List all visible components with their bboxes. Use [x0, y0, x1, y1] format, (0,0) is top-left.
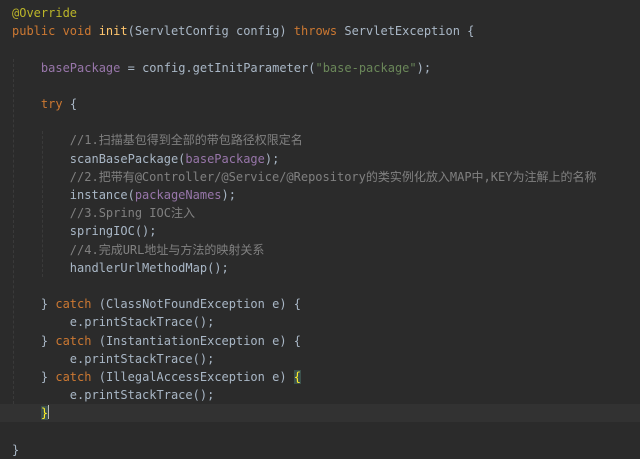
code-line[interactable]: springIOC();: [0, 222, 640, 240]
code-token-comment: //4.完成URL地址与方法的映射关系: [69, 242, 265, 257]
code-line[interactable]: try {: [0, 95, 640, 113]
code-line[interactable]: basePackage = config.getInitParameter("b…: [0, 59, 640, 77]
code-token-plain: scanBasePackage(: [12, 151, 186, 166]
code-token-keyword: try: [40, 97, 70, 111]
code-token-plain: );: [416, 60, 432, 75]
code-token-plain: (ServletConfig config): [127, 24, 294, 39]
code-token-plain: springIOC();: [12, 224, 157, 239]
code-line[interactable]: }: [0, 441, 640, 459]
code-token-annotation: @Override: [12, 6, 78, 20]
code-line[interactable]: handlerUrlMethodMap();: [0, 259, 640, 277]
code-line[interactable]: [0, 423, 640, 441]
code-editor[interactable]: @Override public void init(ServletConfig …: [0, 0, 640, 457]
code-line[interactable]: }: [0, 404, 640, 423]
code-line[interactable]: //3.Spring IOC注入: [0, 204, 640, 222]
code-token-plain: }: [12, 370, 56, 384]
code-token-brace-match: {: [293, 370, 302, 384]
code-token-keyword: catch: [55, 333, 99, 348]
code-line[interactable]: e.printStackTrace();: [0, 313, 640, 331]
code-token-plain: handlerUrlMethodMap();: [12, 260, 229, 275]
code-line[interactable]: @Override: [0, 4, 640, 22]
code-line[interactable]: e.printStackTrace();: [0, 386, 640, 404]
code-token-method-decl: init: [98, 24, 128, 39]
code-token-field: packageNames: [134, 188, 222, 202]
code-token-plain: }: [12, 297, 56, 312]
code-line[interactable]: } catch (InstantiationException e) {: [0, 332, 640, 350]
text-caret: [48, 405, 50, 420]
code-token-plain: e.printStackTrace();: [12, 351, 215, 366]
code-token-plain: }: [12, 333, 56, 348]
code-line[interactable]: //2.把带有@Controller/@Service/@Repository的…: [0, 168, 640, 186]
code-token-plain: );: [264, 151, 280, 166]
code-line[interactable]: [0, 40, 640, 58]
code-line[interactable]: } catch (ClassNotFoundException e) {: [0, 295, 640, 313]
code-token-plain: }: [12, 442, 20, 457]
code-token-plain: ServletException {: [344, 24, 475, 39]
code-token-keyword: public void: [12, 24, 99, 39]
code-token-plain: (ClassNotFoundException e) {: [98, 297, 302, 312]
code-token-string: "base-package": [315, 60, 417, 75]
code-line[interactable]: [0, 277, 640, 295]
code-token-comment: //1.扫描基包得到全部的带包路径权限定名: [69, 133, 303, 148]
code-line[interactable]: [0, 113, 640, 131]
code-line[interactable]: e.printStackTrace();: [0, 350, 640, 368]
code-token-field: basePackage: [185, 151, 265, 166]
code-token-brace-match: }: [40, 406, 49, 421]
code-token-plain: );: [221, 188, 236, 202]
code-line[interactable]: scanBasePackage(basePackage);: [0, 150, 640, 168]
code-token-comment: //2.把带有@Controller/@Service/@Repository的…: [69, 169, 597, 184]
code-token-keyword: catch: [55, 297, 99, 312]
code-token-keyword: throws: [293, 24, 345, 39]
code-line[interactable]: public void init(ServletConfig config) t…: [0, 22, 640, 40]
code-token-plain: {: [69, 97, 78, 111]
code-token-plain: = config.getInitParameter(: [120, 60, 316, 75]
code-line[interactable]: //1.扫描基包得到全部的带包路径权限定名: [0, 131, 640, 149]
code-token-comment: //3.Spring IOC注入: [69, 206, 195, 221]
code-line[interactable]: [0, 77, 640, 95]
code-token-keyword: catch: [55, 370, 99, 384]
code-line[interactable]: } catch (IllegalAccessException e) {: [0, 368, 640, 386]
code-line[interactable]: instance(packageNames);: [0, 186, 640, 204]
code-token-plain: e.printStackTrace();: [12, 315, 215, 330]
code-line[interactable]: //4.完成URL地址与方法的映射关系: [0, 241, 640, 259]
code-token-plain: (IllegalAccessException e): [98, 370, 294, 384]
code-token-plain: e.printStackTrace();: [12, 388, 215, 403]
code-token-plain: (InstantiationException e) {: [98, 333, 302, 348]
code-token-plain: instance(: [12, 188, 135, 202]
code-token-field: basePackage: [40, 60, 121, 75]
